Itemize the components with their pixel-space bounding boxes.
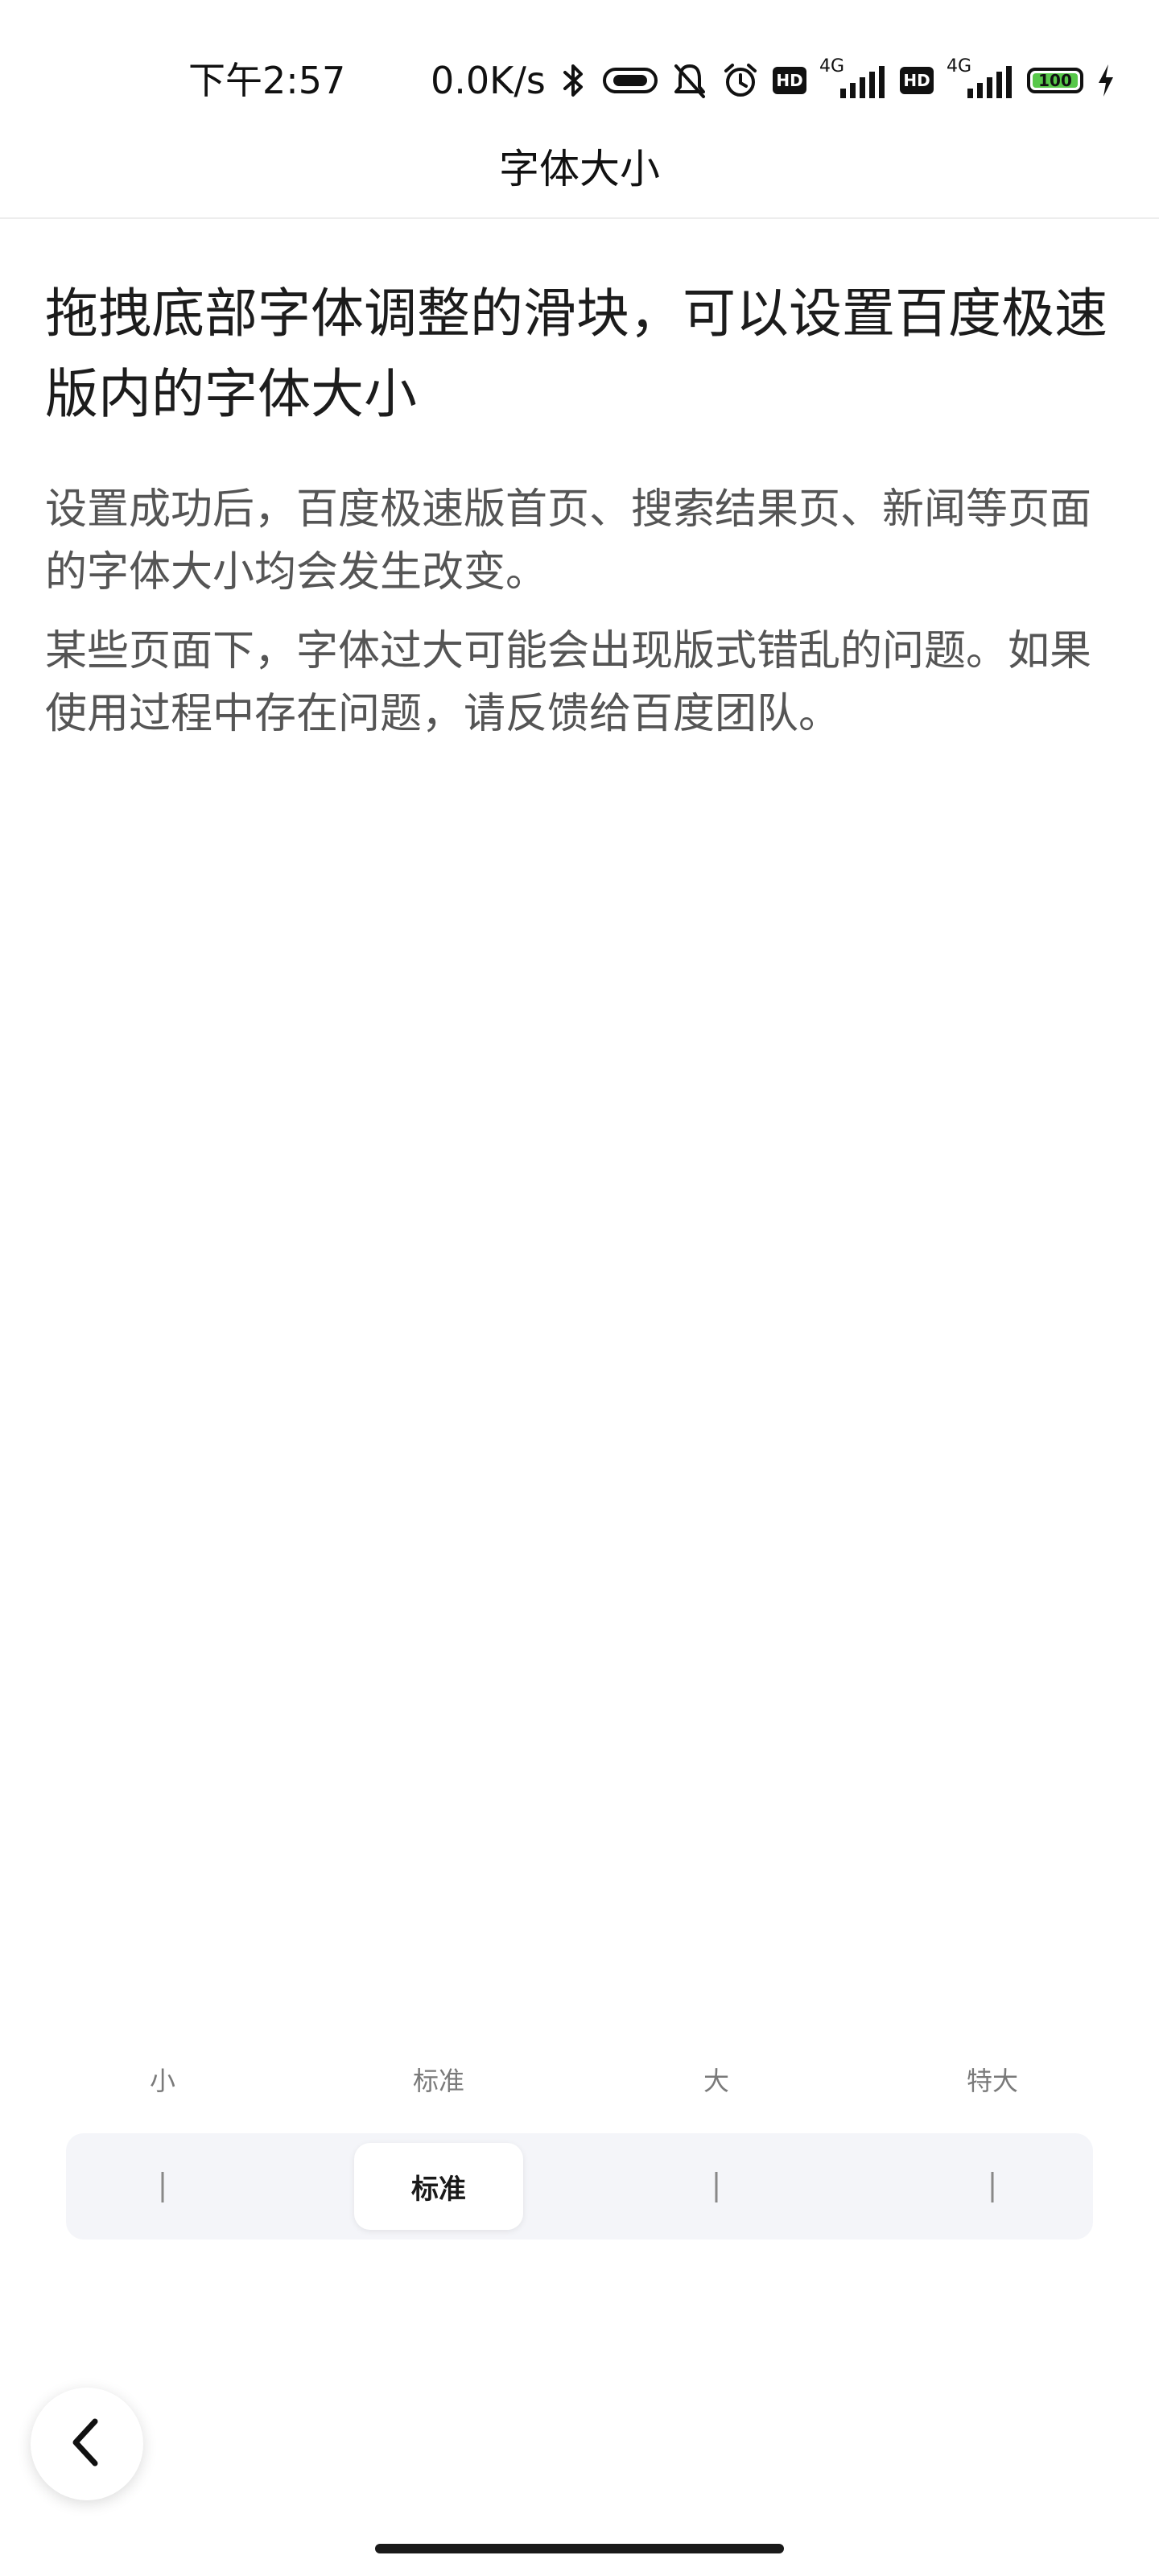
slider-tick-extra-large[interactable] — [991, 2172, 994, 2202]
font-size-labels: 小 标准 大 特大 — [0, 2061, 1159, 2109]
page-title: 字体大小 — [499, 146, 660, 192]
warning-paragraph: 某些页面下，字体过大可能会出现版式错乱的问题。如果使用过程中存在问题，请反馈给百… — [45, 627, 1092, 738]
signal-icon: 4G — [819, 56, 887, 101]
content: 拖拽底部字体调整的滑块，可以设置百度极速版内的字体大小 设置成功后，百度极速版首… — [45, 274, 1107, 745]
status-icons: HD 4G HD 4G 100 — [557, 56, 1116, 105]
description-paragraph: 设置成功后，百度极速版首页、搜索结果页、新闻等页面的字体大小均会发生改变。 — [45, 485, 1092, 597]
mute-bell-icon — [671, 61, 708, 100]
back-button[interactable] — [31, 2388, 143, 2500]
signal-icon: 4G — [947, 56, 1014, 101]
slider-tick-large[interactable] — [715, 2172, 718, 2202]
battery-icon: 100 — [1027, 68, 1083, 93]
chevron-left-icon — [63, 2413, 111, 2475]
size-label-extra-large: 特大 — [966, 2066, 1019, 2096]
alarm-icon — [721, 61, 760, 100]
slider-thumb[interactable]: 标准 — [354, 2143, 523, 2230]
battery-percent: 100 — [1038, 71, 1072, 90]
hd-icon: HD — [773, 67, 806, 94]
home-indicator[interactable] — [375, 2544, 784, 2553]
video-icon — [602, 63, 658, 98]
font-size-slider[interactable]: 标准 — [66, 2133, 1093, 2240]
size-label-standard: 标准 — [412, 2066, 465, 2096]
network-speed: 0.0K/s — [431, 59, 546, 102]
bluetooth-icon — [557, 61, 589, 100]
status-time: 下午2:57 — [188, 59, 346, 102]
size-label-small: 小 — [149, 2066, 176, 2096]
instruction-headline: 拖拽底部字体调整的滑块，可以设置百度极速版内的字体大小 — [45, 283, 1107, 425]
hd-icon: HD — [900, 67, 934, 94]
size-label-large: 大 — [703, 2066, 730, 2096]
charging-icon — [1096, 63, 1116, 98]
slider-tick-small[interactable] — [161, 2172, 164, 2202]
page-header: 字体大小 — [0, 129, 1159, 219]
status-bar: 下午2:57 0.0K/s HD 4G HD 4G 100 — [0, 0, 1159, 129]
